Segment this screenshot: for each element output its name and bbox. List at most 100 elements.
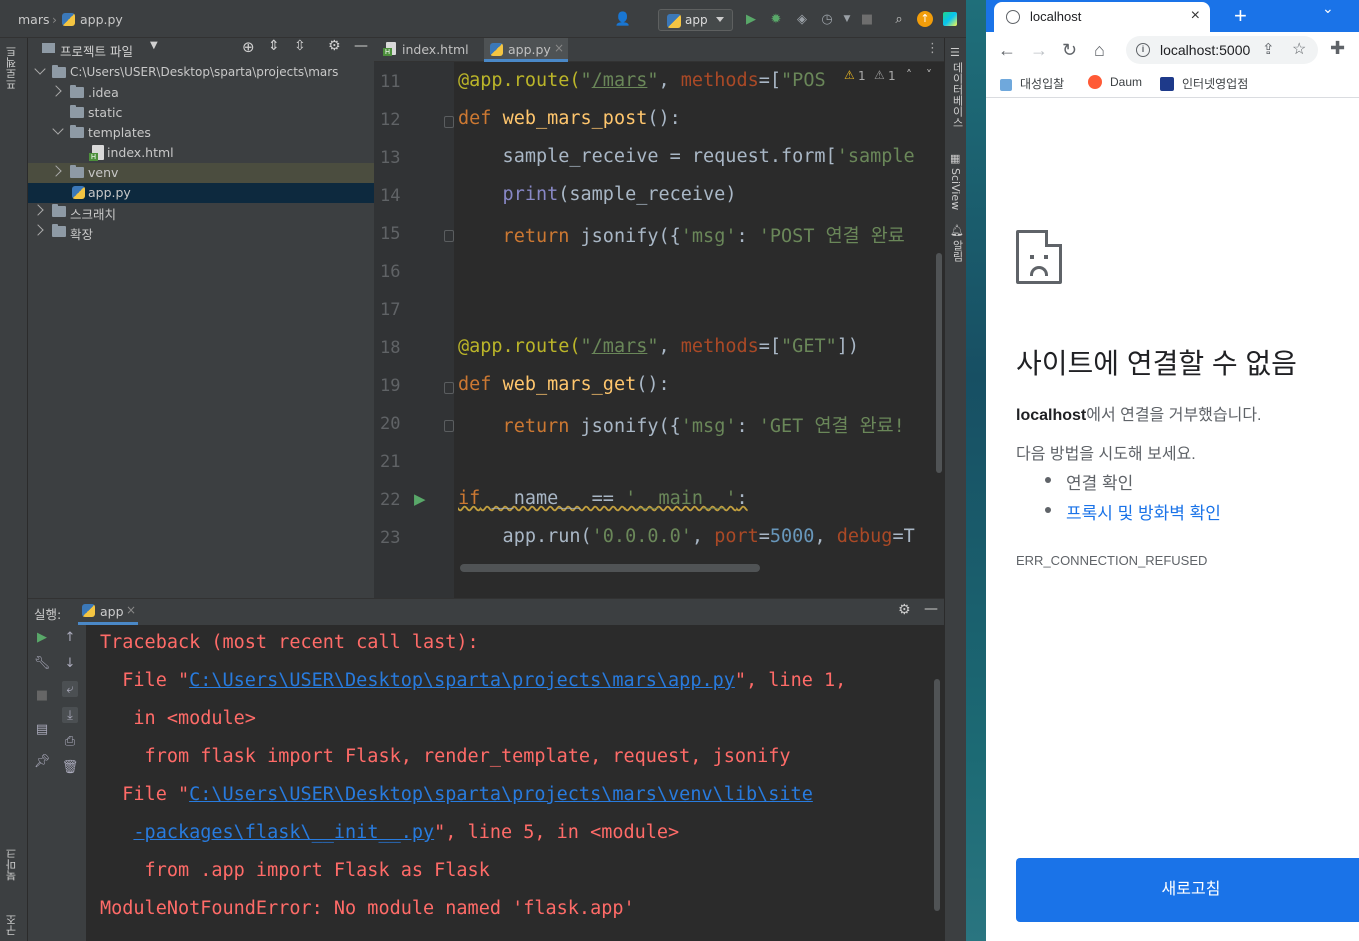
locate-icon[interactable]: ⊕	[242, 38, 255, 56]
chevron-down-icon[interactable]: ˅	[926, 68, 932, 82]
minimize-icon[interactable]: —	[924, 601, 938, 617]
address-bar[interactable]: i localhost:5000 ⇪ ☆	[1126, 36, 1318, 64]
tab-label: index.html	[402, 42, 469, 57]
run-tab-app[interactable]: app ×	[78, 599, 138, 625]
arrow-down-icon[interactable]: ↓	[62, 655, 78, 671]
console-file-link[interactable]: C:\Users\USER\Desktop\sparta\projects\ma…	[189, 670, 735, 691]
coverage-icon[interactable]: ◈	[793, 10, 811, 28]
reload-button[interactable]: 새로고침	[1016, 858, 1359, 922]
reload-icon[interactable]: ↻	[1062, 40, 1077, 61]
info-icon[interactable]: i	[1136, 43, 1150, 57]
share-icon[interactable]: ⇪	[1262, 40, 1275, 58]
console-file-link[interactable]: -packages\flask\__init__.py	[133, 822, 434, 843]
expand-all-icon[interactable]: ⇕	[268, 38, 280, 54]
more-icon[interactable]: ⋮	[926, 41, 939, 56]
code-line-18: @app.route("/mars", methods=["GET"])	[458, 336, 860, 357]
tree-row-index-html[interactable]: index.html	[28, 143, 374, 163]
star-icon[interactable]: ☆	[1292, 39, 1306, 59]
gear-icon[interactable]: ⚙	[328, 38, 341, 54]
wrench-icon[interactable]: 🔧︎	[34, 655, 51, 671]
search-icon[interactable]: ⌕	[890, 10, 908, 28]
home-icon[interactable]: ⌂	[1094, 40, 1105, 61]
editor-vertical-scrollbar[interactable]	[936, 253, 942, 473]
tree-row-extensions[interactable]: 확장	[28, 222, 374, 242]
console-scrollbar[interactable]	[934, 679, 940, 911]
tab-index-html[interactable]: index.html	[380, 38, 484, 62]
tree-row-venv[interactable]: venv	[28, 163, 374, 183]
tree-label: index.html	[107, 145, 174, 160]
gear-icon[interactable]: ⚙	[898, 602, 911, 618]
bookmark-item[interactable]: 인터넷영업점	[1160, 75, 1248, 92]
trash-icon[interactable]: 🗑︎	[62, 759, 79, 775]
line-number: 22	[380, 490, 401, 510]
console-line: from flask import Flask, render_template…	[100, 746, 791, 767]
chevron-up-icon[interactable]: ˄	[906, 68, 912, 82]
fold-marker-icon[interactable]	[444, 116, 454, 128]
notifications-tool-tab[interactable]: 알림	[949, 240, 965, 262]
left-tool-strip: 프로젝트 북마크 구조	[0, 38, 28, 941]
collapse-all-icon[interactable]: ⇳	[294, 38, 306, 54]
fold-marker-icon[interactable]	[444, 382, 454, 394]
browser-tab[interactable]: localhost ×	[994, 2, 1210, 32]
new-tab-icon[interactable]: +	[1234, 3, 1247, 29]
tree-row-scratches[interactable]: 스크래치	[28, 202, 374, 222]
breadcrumb-file[interactable]: app.py	[80, 12, 123, 27]
profile-icon[interactable]: ◷	[818, 10, 836, 28]
plugin-logo-icon[interactable]	[941, 10, 959, 28]
editor-horizontal-scrollbar[interactable]	[460, 564, 760, 572]
forward-icon[interactable]: →	[1030, 40, 1048, 61]
tab-label: app.py	[508, 42, 551, 57]
tree-row-templates[interactable]: templates	[28, 123, 374, 143]
stop-icon[interactable]: ■	[34, 687, 50, 703]
database-tool-tab[interactable]: 데이터베이스	[949, 62, 965, 128]
arrow-up-icon[interactable]: ↑	[62, 629, 78, 645]
structure-tool-tab[interactable]: 구조	[4, 914, 20, 936]
console-line: Traceback (most recent call last):	[100, 632, 479, 653]
close-icon[interactable]: ×	[126, 603, 136, 617]
tree-row-app-py[interactable]: app.py	[28, 183, 374, 203]
fold-marker-icon[interactable]	[444, 420, 454, 432]
layout-icon[interactable]: ▤	[34, 721, 50, 737]
tree-row-static[interactable]: static	[28, 103, 374, 123]
project-tool-tab[interactable]: 프로젝트	[4, 46, 20, 90]
code-editor[interactable]: index.html app.py × ⋮ 11 12 13 14 15 16 …	[374, 38, 944, 598]
line-number: 13	[380, 148, 401, 168]
back-icon[interactable]: ←	[998, 40, 1016, 61]
debug-icon[interactable]: ✹	[767, 10, 785, 28]
chevron-down-icon[interactable]: ▼	[838, 10, 856, 28]
soft-wrap-icon[interactable]: ⤶	[62, 681, 78, 697]
fold-marker-icon[interactable]	[444, 230, 454, 242]
update-icon[interactable]: ↑	[916, 10, 934, 28]
folder-icon	[52, 204, 66, 217]
run-config-select[interactable]: app	[658, 9, 733, 31]
close-icon[interactable]: ×	[554, 41, 564, 55]
breadcrumb-project[interactable]: mars	[18, 12, 50, 27]
bookmark-item[interactable]: 대성입찰	[1000, 75, 1064, 92]
ide-toolbar: mars › app.py 👤 app ▶ ✹ ◈ ◷ ▼ ■ ⌕ ↑	[0, 0, 966, 38]
print-icon[interactable]: ⎙	[62, 733, 78, 749]
tree-row-root[interactable]: C:\Users\USER\Desktop\sparta\projects\ma…	[28, 63, 374, 83]
console-file-link[interactable]: C:\Users\USER\Desktop\sparta\projects\ma…	[189, 784, 813, 805]
suggestion-link[interactable]: 프록시 및 방화벽 확인	[1045, 499, 1221, 524]
rerun-icon[interactable]: ▶	[34, 629, 50, 645]
chevron-down-icon	[34, 63, 46, 75]
run-icon[interactable]: ▶	[742, 10, 760, 28]
run-gutter-icon[interactable]: ▶	[414, 490, 426, 508]
chevron-down-icon[interactable]: ⌄	[1322, 0, 1334, 17]
extensions-icon[interactable]: ✚	[1330, 38, 1345, 59]
tree-row-idea[interactable]: .idea	[28, 83, 374, 103]
pin-icon[interactable]: 📌︎	[34, 753, 51, 769]
sciview-tool-tab[interactable]: SciView	[949, 168, 962, 210]
user-icon[interactable]: 👤	[614, 10, 632, 28]
scroll-to-end-icon[interactable]: ⤓	[62, 707, 78, 723]
close-icon[interactable]: ×	[1191, 7, 1200, 25]
chevron-down-icon[interactable]: ▼	[150, 40, 158, 51]
bookmarks-tool-tab[interactable]: 북마크	[4, 848, 20, 881]
stop-icon[interactable]: ■	[858, 10, 876, 28]
code-line-22: if __name__ == '__main__':	[458, 488, 748, 509]
bookmark-item[interactable]: Daum	[1088, 75, 1142, 89]
minimize-icon[interactable]: —	[354, 38, 368, 54]
inspection-widget[interactable]: ⚠ 1 ⚠ 1 ˄ ˅	[844, 68, 940, 88]
project-view-select[interactable]: 프로젝트 파일	[60, 41, 133, 60]
tab-app-py[interactable]: app.py ×	[484, 38, 568, 62]
